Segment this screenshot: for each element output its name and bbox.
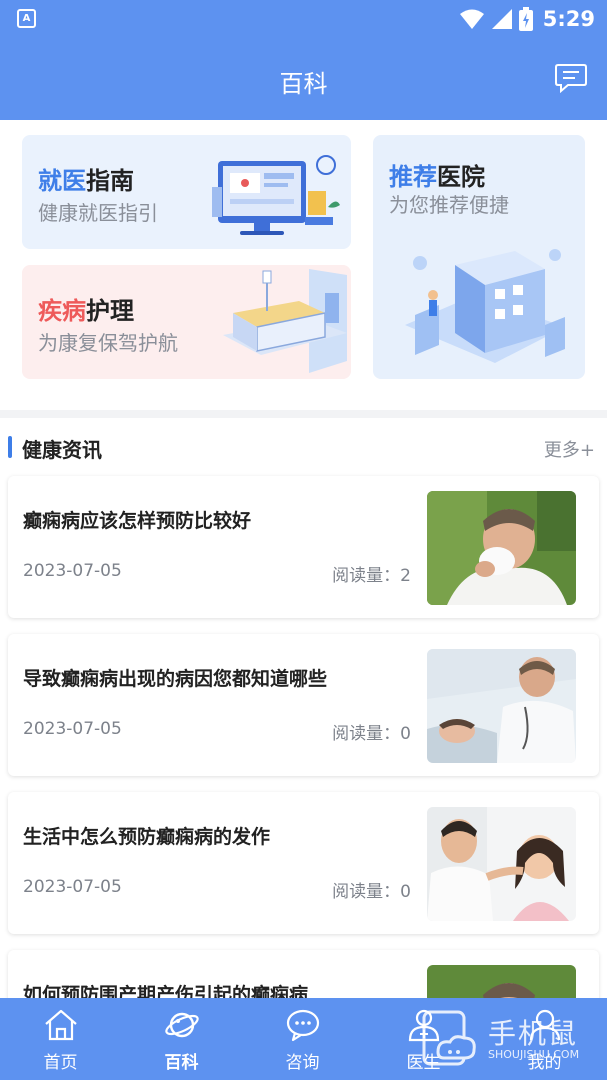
- article-date: 2023-07-05: [23, 877, 122, 897]
- article-read-count: 阅读量：2: [332, 566, 411, 586]
- news-article-card[interactable]: 导致癫痫病出现的病因您都知道哪些 2023-07-05 阅读量：0: [8, 634, 599, 776]
- tab-label: 咨询: [285, 1053, 320, 1073]
- article-thumbnail: [427, 649, 576, 763]
- computer-illustration: [212, 155, 340, 235]
- tab-home[interactable]: 首页: [0, 998, 121, 1080]
- news-article-card[interactable]: 生活中怎么预防癫痫病的发作 2023-07-05 阅读量：0: [8, 792, 599, 934]
- man-sneezing-photo: [427, 965, 576, 998]
- card-title: 推荐医院: [389, 163, 485, 191]
- tab-encyclopedia[interactable]: 百科: [121, 998, 242, 1080]
- status-bar: A 5:29: [0, 0, 607, 37]
- article-date: 2023-07-05: [23, 719, 122, 739]
- article-thumbnail: [427, 965, 576, 998]
- card-title: 疾病护理: [38, 297, 134, 325]
- page-title: 百科: [279, 70, 328, 98]
- article-thumbnail: [427, 491, 576, 605]
- watermark-url: SHOUJISHU.COM: [488, 1048, 580, 1061]
- article-title: 导致癫痫病出现的病因您都知道哪些: [23, 668, 328, 690]
- feature-cards: 就医指南 健康就医指引 疾病护理 为康复保驾护航 推荐医院 为您推荐便捷: [0, 120, 607, 410]
- section-title: 健康资讯: [22, 438, 102, 462]
- watermark-text: 手机鼠: [488, 1017, 579, 1050]
- man-sneezing-photo: [427, 491, 576, 605]
- site-watermark: 手机鼠 SHOUJISHU.COM: [420, 1004, 590, 1074]
- wifi-icon: [459, 9, 484, 29]
- tab-label: 百科: [164, 1053, 199, 1073]
- doctor-with-child-photo: [427, 807, 576, 921]
- app-header: 百科: [0, 37, 607, 120]
- app-notification-icon: A: [17, 9, 36, 28]
- clock: 5:29: [542, 7, 595, 31]
- article-read-count: 阅读量：0: [332, 724, 411, 744]
- article-date: 2023-07-05: [23, 561, 122, 581]
- more-link[interactable]: 更多+: [544, 436, 595, 462]
- disease-care-card[interactable]: 疾病护理 为康复保驾护航: [22, 265, 351, 379]
- watermark-logo-icon: [422, 1010, 476, 1066]
- medical-guide-card[interactable]: 就医指南 健康就医指引: [22, 135, 351, 249]
- health-news-section: 健康资讯 更多+ 癫痫病应该怎样预防比较好 2023-07-05 阅读量：2 导…: [0, 418, 607, 998]
- article-title: 如何预防围产期产伤引起的癫痫病: [23, 984, 309, 998]
- card-title: 就医指南: [38, 167, 134, 195]
- article-title: 癫痫病应该怎样预防比较好: [23, 510, 252, 532]
- message-icon[interactable]: [555, 63, 587, 93]
- tab-consult[interactable]: 咨询: [242, 998, 363, 1080]
- section-header: 健康资讯 更多+: [0, 418, 607, 474]
- article-read-count: 阅读量：0: [332, 882, 411, 902]
- hospital-bed-illustration: [223, 269, 347, 373]
- news-article-card[interactable]: 如何预防围产期产伤引起的癫痫病: [8, 950, 599, 998]
- planet-icon: [165, 1012, 199, 1038]
- article-title: 生活中怎么预防癫痫病的发作: [23, 826, 271, 848]
- system-icons: 5:29: [459, 6, 595, 32]
- chat-icon: [286, 1009, 320, 1042]
- battery-icon: [518, 7, 533, 31]
- recommended-hospital-card[interactable]: 推荐医院 为您推荐便捷: [373, 135, 585, 379]
- doctor-examining-patient-photo: [427, 649, 576, 763]
- card-subtitle: 为康复保驾护航: [38, 331, 178, 355]
- card-subtitle: 为您推荐便捷: [389, 193, 509, 217]
- article-thumbnail: [427, 807, 576, 921]
- tab-label: 首页: [43, 1053, 78, 1073]
- home-icon: [45, 1009, 77, 1041]
- hospital-isometric-illustration: [405, 249, 565, 363]
- section-accent-bar: [8, 436, 12, 458]
- news-article-card[interactable]: 癫痫病应该怎样预防比较好 2023-07-05 阅读量：2: [8, 476, 599, 618]
- signal-icon: [491, 9, 512, 29]
- card-subtitle: 健康就医指引: [38, 201, 158, 225]
